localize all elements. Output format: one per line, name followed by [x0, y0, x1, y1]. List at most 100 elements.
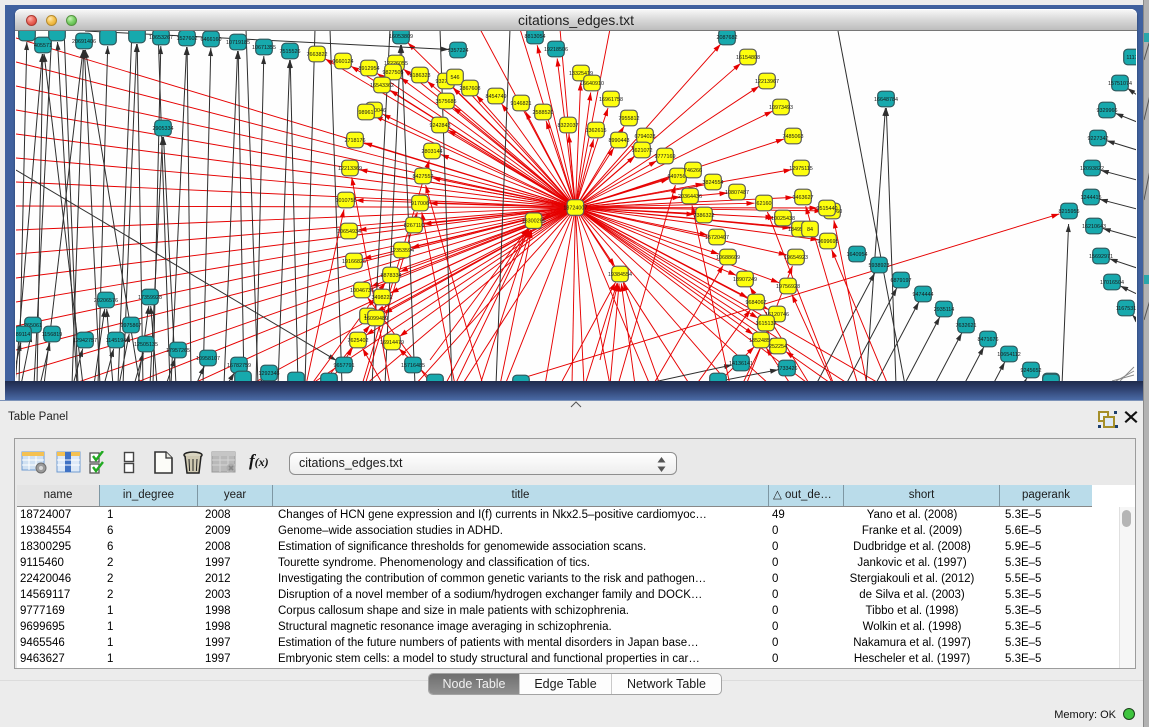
svg-text:16210643: 16210643 [1082, 224, 1106, 230]
svg-text:546: 546 [451, 75, 460, 81]
svg-text:20206576: 20206576 [94, 298, 118, 304]
svg-text:7386322: 7386322 [694, 213, 715, 219]
svg-text:917006: 917006 [411, 201, 429, 207]
svg-text:1733426: 1733426 [777, 366, 798, 372]
svg-text:19654923: 19654923 [784, 255, 808, 261]
svg-text:9329966: 9329966 [1097, 108, 1118, 114]
svg-text:252254: 252254 [769, 344, 787, 350]
svg-text:16154808: 16154808 [736, 55, 760, 61]
svg-text:16543362: 16543362 [370, 83, 394, 89]
svg-text:405571: 405571 [34, 43, 52, 49]
svg-text:16053809: 16053809 [389, 34, 413, 40]
svg-text:8990443: 8990443 [609, 138, 630, 144]
svg-text:20364436: 20364436 [678, 194, 702, 200]
svg-text:10654934: 10654934 [337, 229, 361, 235]
svg-text:18724007: 18724007 [563, 206, 587, 212]
svg-text:12975115: 12975115 [789, 166, 813, 172]
svg-text:6879197: 6879197 [891, 278, 912, 284]
svg-text:19218506: 19218506 [544, 47, 568, 53]
svg-text:9657791: 9657791 [334, 363, 355, 369]
svg-text:7485063: 7485063 [783, 134, 804, 140]
svg-text:3824554: 3824554 [703, 180, 724, 186]
svg-text:16640910: 16640910 [580, 81, 604, 87]
svg-text:1640954: 1640954 [847, 252, 868, 258]
svg-text:1010755: 1010755 [336, 198, 357, 204]
svg-text:1117: 1117 [1126, 55, 1136, 61]
svg-text:12505135: 12505135 [134, 342, 158, 348]
svg-text:12213369: 12213369 [338, 166, 362, 172]
svg-text:10719185: 10719185 [226, 40, 250, 46]
svg-text:17016504: 17016504 [1100, 280, 1124, 286]
svg-text:15716485: 15716485 [401, 363, 425, 369]
svg-text:1362615: 1362615 [586, 128, 607, 134]
svg-text:8912954: 8912954 [359, 66, 380, 72]
svg-text:15692971: 15692971 [1089, 254, 1113, 260]
svg-text:8186323: 8186323 [410, 73, 431, 79]
svg-text:1527602: 1527602 [177, 36, 198, 42]
svg-text:8427552: 8427552 [413, 174, 434, 180]
svg-text:746266: 746266 [684, 168, 702, 174]
svg-text:16099489: 16099489 [364, 316, 388, 322]
svg-text:3498222: 3498222 [372, 295, 393, 301]
svg-text:2803144: 2803144 [422, 149, 443, 155]
svg-text:1167531: 1167531 [1116, 306, 1136, 312]
svg-text:16648784: 16648784 [874, 97, 898, 103]
svg-text:8878334: 8878334 [381, 273, 402, 279]
svg-text:9463627: 9463627 [793, 195, 814, 201]
svg-text:9699695: 9699695 [818, 239, 839, 245]
svg-text:16914479: 16914479 [380, 340, 404, 346]
svg-text:9245652: 9245652 [1021, 368, 1042, 374]
svg-text:16782759: 16782759 [227, 363, 251, 369]
svg-text:8813054: 8813054 [525, 34, 546, 40]
svg-text:10807487: 10807487 [725, 190, 749, 196]
svg-text:3575685: 3575685 [436, 99, 457, 105]
svg-text:12093822: 12093822 [1080, 166, 1104, 172]
svg-text:1292346: 1292346 [259, 371, 280, 377]
svg-text:7515526: 7515526 [280, 49, 301, 55]
svg-text:10973493: 10973493 [769, 105, 793, 111]
svg-text:9777169: 9777169 [655, 154, 676, 160]
svg-text:2935114: 2935114 [934, 307, 955, 313]
svg-text:1156819: 1156819 [42, 332, 63, 338]
svg-text:15720407: 15720407 [705, 235, 729, 241]
svg-text:98961: 98961 [359, 110, 374, 116]
svg-text:1615132: 1615132 [756, 321, 777, 327]
svg-text:8215955: 8215955 [1059, 209, 1080, 215]
svg-text:20691406: 20691406 [72, 39, 96, 45]
svg-text:1145194: 1145194 [106, 338, 127, 344]
svg-text:18907249: 18907249 [733, 277, 757, 283]
svg-text:89114: 89114 [16, 332, 30, 338]
svg-text:84: 84 [807, 227, 813, 233]
svg-text:7955812: 7955812 [619, 116, 640, 122]
svg-text:17359928: 17359928 [138, 295, 162, 301]
svg-text:17957265: 17957265 [166, 348, 190, 354]
svg-text:19166825: 19166825 [342, 259, 366, 265]
svg-text:10688609: 10688609 [716, 255, 740, 261]
svg-text:8454749: 8454749 [486, 94, 507, 100]
svg-text:7357224: 7357224 [448, 48, 469, 54]
svg-text:2867608: 2867608 [460, 86, 481, 92]
svg-text:12353594: 12353594 [390, 248, 414, 254]
svg-text:19384554: 19384554 [608, 272, 632, 278]
svg-text:9660124: 9660124 [333, 59, 354, 65]
svg-text:10958107: 10958107 [196, 356, 220, 362]
svg-text:18300295: 18300295 [522, 219, 546, 225]
svg-text:10025438: 10025438 [771, 216, 795, 222]
svg-text:6794028: 6794028 [635, 134, 656, 140]
svg-text:9227342: 9227342 [1088, 136, 1109, 142]
svg-text:10671355: 10671355 [252, 45, 276, 51]
svg-text:2087682: 2087682 [717, 35, 738, 41]
svg-text:16961758: 16961758 [599, 97, 623, 103]
svg-text:1621072: 1621072 [632, 148, 653, 154]
svg-text:7663822: 7663822 [307, 52, 328, 58]
svg-text:12213967: 12213967 [755, 79, 779, 85]
svg-text:7625402: 7625402 [348, 338, 369, 344]
svg-text:9684067: 9684067 [746, 300, 767, 306]
svg-text:8322037: 8322037 [558, 123, 579, 129]
svg-text:7632621: 7632621 [956, 323, 977, 329]
svg-text:19756928: 19756928 [776, 284, 800, 290]
svg-text:15751074: 15751074 [1108, 81, 1132, 87]
svg-text:9146821: 9146821 [511, 101, 532, 107]
svg-text:8267110: 8267110 [404, 223, 425, 229]
svg-text:2588520: 2588520 [533, 110, 554, 116]
